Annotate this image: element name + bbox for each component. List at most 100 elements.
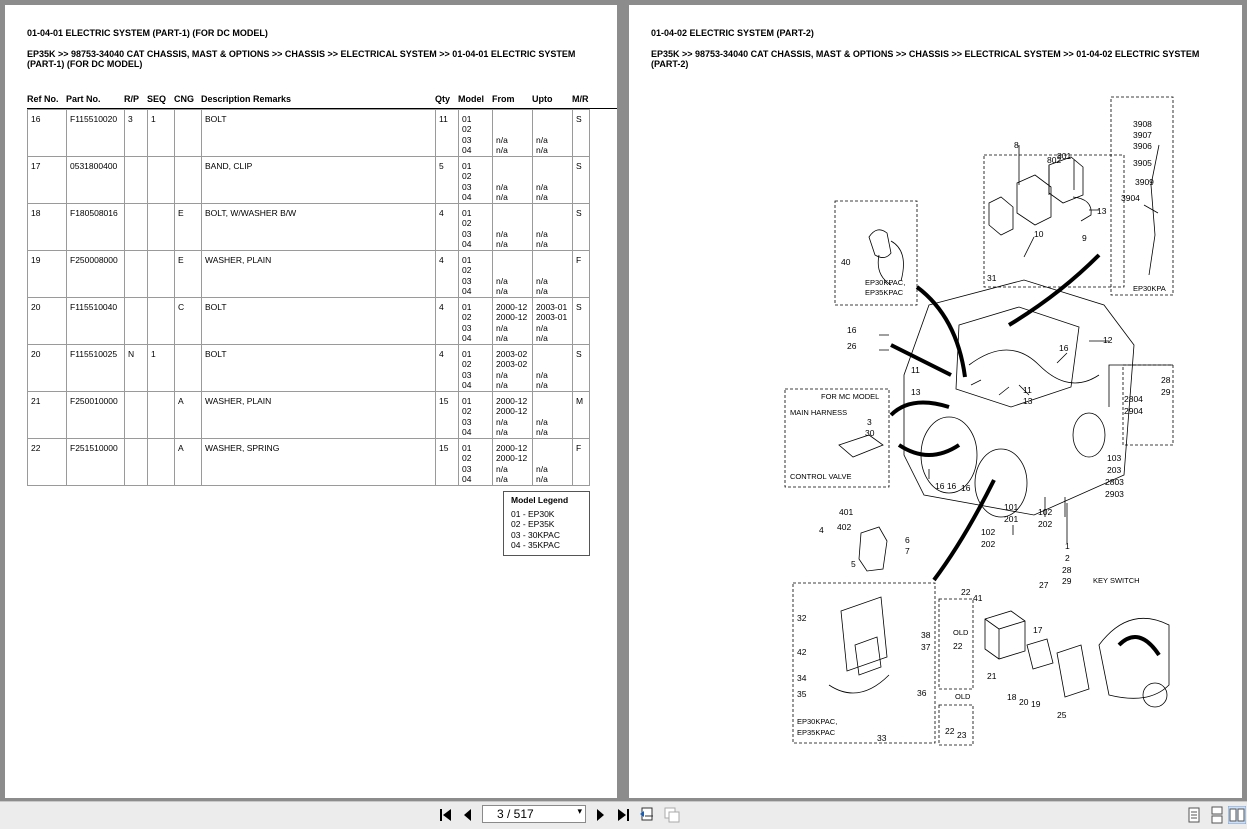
cell-from: 2000-12 2000-12 n/a n/a [492,438,533,486]
part-number: 35 [797,689,807,699]
last-page-icon[interactable] [614,806,632,824]
cell-cng: A [174,438,202,486]
cell-qty: 15 [435,438,459,486]
part-number: 42 [797,647,807,657]
diagram-label: EP30KPA [1133,284,1166,293]
part-number: 23 [957,730,967,740]
part-number: 12 [1103,335,1113,345]
cell-model: 01 02 03 04 [458,438,493,486]
table-row: 21 F250010000 A WASHER, PLAIN 15 01 02 03 04 2… [27,391,590,439]
cell-model: 01 02 03 04 [458,297,493,345]
part-number: 1 [1065,541,1070,551]
cell-cng: A [174,391,202,439]
cell-ref: 18 [27,203,67,251]
part-number: 29 [1161,387,1171,397]
part-number: 16 [847,325,857,335]
previous-view-icon[interactable] [639,806,657,824]
part-number: 9 [1082,233,1087,243]
cell-seq [147,250,175,298]
part-number: 26 [847,341,857,351]
column-header: Ref No. [27,94,59,104]
cell-qty: 15 [435,391,459,439]
continuous-view-icon[interactable] [1208,806,1226,824]
chevron-down-icon: ▾ [577,806,582,816]
cell-desc: BOLT [201,344,436,392]
single-page-view-icon[interactable] [1185,806,1203,824]
cell-ref: 20 [27,344,67,392]
cell-mr: F [572,250,590,298]
pointer-arrow [1007,253,1101,327]
cell-part: F250008000 [66,250,125,298]
part-number: 101 [1004,502,1018,512]
previous-page-icon[interactable] [459,806,477,824]
part-number: 2904 [1124,406,1143,416]
cell-desc: BOLT [201,297,436,345]
cell-from: n/a n/a [492,156,533,204]
breadcrumb: EP35K >> 98753-34040 CAT CHASSIS, MAST &… [27,49,587,69]
wheel [1142,682,1168,708]
cell-mr: S [572,344,590,392]
part-number: 203 [1107,465,1121,475]
part-number: 16 [961,483,971,493]
cell-ref: 17 [27,156,67,204]
cell-model: 01 02 03 04 [458,156,493,204]
part-number: 22 [961,587,971,597]
part-number: 33 [877,733,887,743]
part-number: 4 [819,525,824,535]
cell-model: 01 02 03 04 [458,109,493,157]
column-header: Upto [532,94,553,104]
cell-seq [147,391,175,439]
cell-seq [147,297,175,345]
part-number: 29 [1062,576,1072,586]
next-view-icon[interactable] [663,806,681,824]
part-number: 5 [851,559,856,569]
part-number: 28 [1062,565,1072,575]
cell-part: F115510040 [66,297,125,345]
lamp-frame [983,154,1125,288]
cell-qty: 5 [435,156,459,204]
key-switch-part [1098,618,1170,699]
legend-item: 02 - EP35K [511,519,555,529]
column-header: M/R [572,94,589,104]
cell-upto: n/a n/a [532,156,573,204]
cell-cng [174,344,202,392]
valve-part [838,434,884,458]
first-page-icon[interactable] [437,806,455,824]
cell-upto: n/a n/a [532,391,573,439]
part-number: 3905 [1133,158,1152,168]
cell-cng [174,109,202,157]
part-number: 3904 [1121,193,1140,203]
cell-desc: BOLT, W/WASHER B/W [201,203,436,251]
bracket-part [858,526,888,572]
part-number: 801 [1057,151,1071,161]
part-number: 201 [1004,514,1018,524]
viewer-toolbar [0,801,1247,829]
table-row: 17 0531800400 BAND, CLIP 5 01 02 03 04 n/a n… [27,156,590,204]
column-header: Part No. [66,94,101,104]
next-page-icon[interactable] [591,806,609,824]
pointer-arrow [889,400,950,417]
pointer-arrow [1117,635,1161,657]
page-number-select[interactable]: 3 / 517 ▾ [482,805,586,823]
part-number: 18 [1007,692,1017,702]
part-number: 22 [953,641,963,651]
part-number: 3908 [1133,119,1152,129]
bracket-part [1072,196,1092,222]
cell-model: 01 02 03 04 [458,203,493,251]
column-header: Qty [435,94,451,104]
part-number: 401 [839,507,853,517]
cell-part: 0531800400 [66,156,125,204]
part-number: 7 [905,546,910,556]
diagram-label: EP35KPAC [797,728,836,737]
cell-mr: S [572,156,590,204]
two-page-view-icon[interactable] [1228,806,1246,824]
column-header: CNG [174,94,194,104]
controller-box [984,610,1026,660]
page-title: 01-04-01 ELECTRIC SYSTEM (PART-1) (FOR D… [27,28,268,38]
pointer-arrow [890,343,952,377]
model-legend: Model Legend 01 - EP30K 02 - EP35K 03 - … [503,491,590,556]
cell-desc: WASHER, PLAIN [201,250,436,298]
cell-desc: BOLT [201,109,436,157]
cell-ref: 21 [27,391,67,439]
part-number: 3 [867,417,872,427]
